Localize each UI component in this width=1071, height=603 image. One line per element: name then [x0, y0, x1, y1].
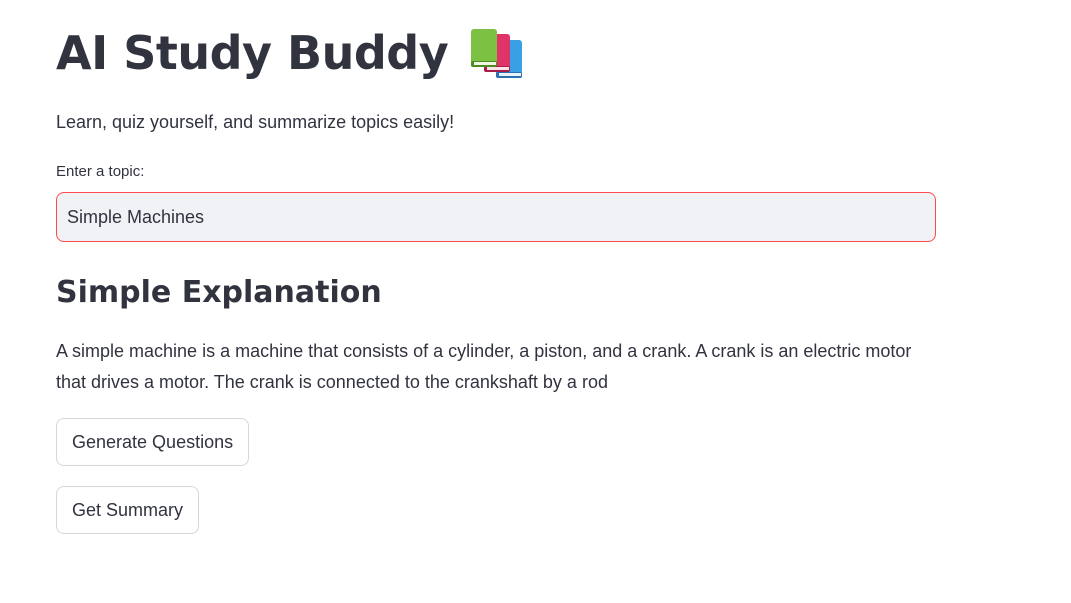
explanation-text: A simple machine is a machine that consi…: [56, 341, 912, 392]
books-icon: [468, 28, 526, 82]
app-subtitle: Learn, quiz yourself, and summarize topi…: [56, 112, 455, 132]
study-buddy-app: AI Study Buddy Learn, quiz yourself, and…: [0, 0, 1071, 603]
get-summary-button[interactable]: Get Summary: [56, 486, 200, 534]
topic-input[interactable]: [56, 192, 936, 242]
topic-field-label: Enter a topic:: [56, 163, 145, 180]
title-row: AI Study Buddy: [56, 22, 526, 84]
page-title: AI Study Buddy: [56, 26, 449, 80]
generate-questions-button[interactable]: Generate Questions: [56, 418, 250, 466]
explanation-heading: Simple Explanation: [56, 275, 382, 310]
